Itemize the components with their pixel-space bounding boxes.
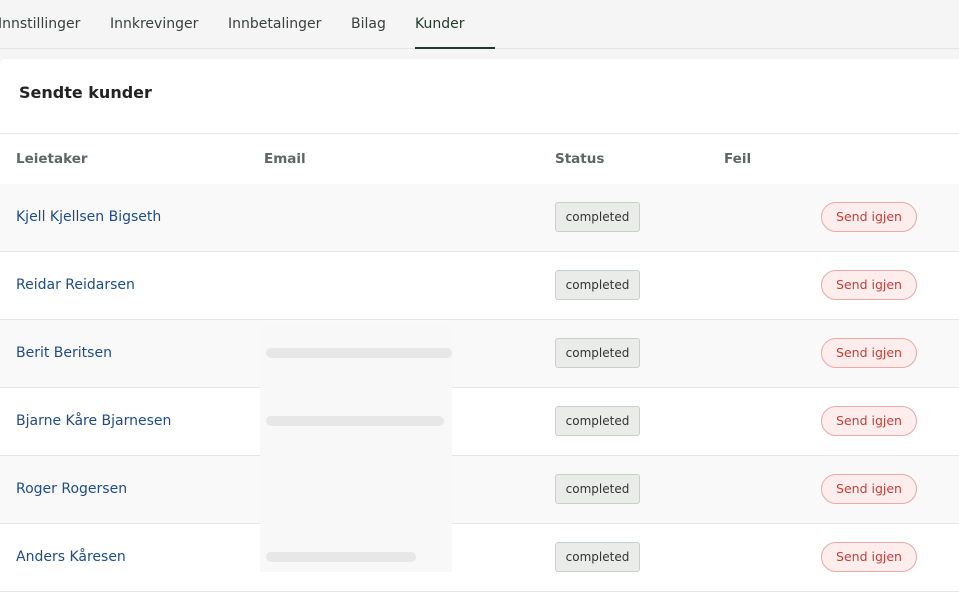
status-badge: completed [555,542,640,572]
tenant-link[interactable]: Roger Rogersen [16,456,127,523]
resend-button[interactable]: Send igjen [821,270,917,300]
resend-button[interactable]: Send igjen [821,406,917,436]
status-badge: completed [555,338,640,368]
resend-button[interactable]: Send igjen [821,474,917,504]
status-badge: completed [555,474,640,504]
status-badge: completed [555,202,640,232]
redaction-bar [266,348,452,358]
tab-innbetalinger[interactable]: Innbetalinger [228,0,321,48]
card-title: Sendte kunder [19,83,152,102]
table-row: Anders Kåresen completed Send igjen [0,524,959,592]
tenant-link[interactable]: Bjarne Kåre Bjarnesen [16,388,171,455]
tab-bar: Innstillinger Innkrevinger Innbetalinger… [0,0,959,49]
redaction-bar [266,416,444,426]
resend-button[interactable]: Send igjen [821,338,917,368]
status-badge: completed [555,270,640,300]
status-badge: completed [555,406,640,436]
tenant-link[interactable]: Anders Kåresen [16,524,126,591]
sent-customers-card: Sendte kunder Leietaker Email Status Fei… [0,59,959,599]
resend-button[interactable]: Send igjen [821,202,917,232]
table-header: Leietaker Email Status Feil [0,133,959,185]
redaction-bar [266,552,416,562]
column-header-tenant: Leietaker [16,151,88,167]
tenant-link[interactable]: Berit Beritsen [16,320,112,387]
table-row: Kjell Kjellsen Bigseth completed Send ig… [0,184,959,252]
column-header-email: Email [264,151,306,167]
tab-innstillinger[interactable]: Innstillinger [0,0,80,48]
tab-bilag[interactable]: Bilag [351,0,386,48]
table-row: Berit Beritsen completed Send igjen [0,320,959,388]
table-row: Reidar Reidarsen completed Send igjen [0,252,959,320]
tenant-link[interactable]: Reidar Reidarsen [16,252,135,319]
resend-button[interactable]: Send igjen [821,542,917,572]
column-header-status: Status [555,151,605,167]
tab-kunder[interactable]: Kunder [415,0,495,49]
tab-innkrevinger[interactable]: Innkrevinger [110,0,198,48]
table-row: Roger Rogersen completed Send igjen [0,456,959,524]
redacted-email-area [260,326,452,572]
column-header-error: Feil [724,151,752,167]
tenant-link[interactable]: Kjell Kjellsen Bigseth [16,184,161,251]
table-row: Bjarne Kåre Bjarnesen completed Send igj… [0,388,959,456]
